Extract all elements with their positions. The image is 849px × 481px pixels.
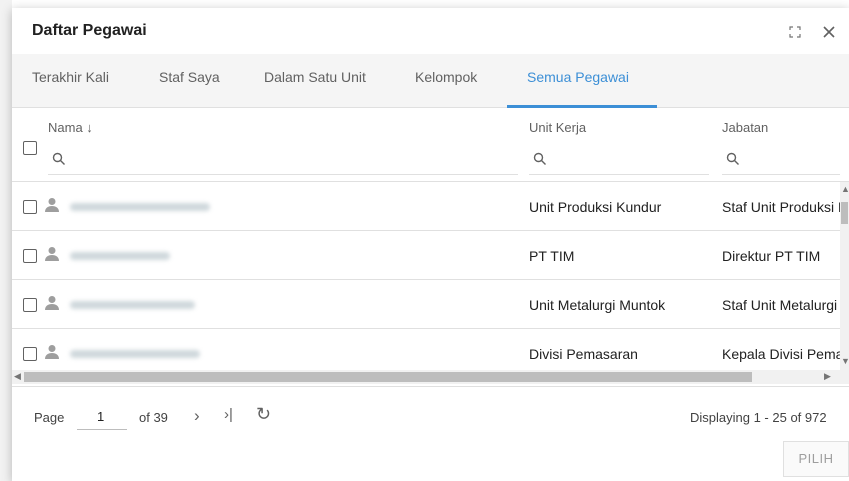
- employee-name-redacted: [70, 350, 200, 358]
- next-page-button[interactable]: ›: [194, 406, 200, 426]
- refresh-icon[interactable]: ↻: [256, 404, 271, 425]
- select-all-checkbox[interactable]: [23, 141, 37, 155]
- cell-jabatan: Direktur PT TIM: [722, 248, 821, 264]
- column-header-nama[interactable]: Nama ↓: [48, 120, 93, 135]
- row-checkbox[interactable]: [23, 249, 37, 263]
- column-header-jabatan[interactable]: Jabatan: [722, 120, 768, 135]
- table-row[interactable]: Unit Metalurgi Muntok Staf Unit Metalurg…: [12, 280, 840, 329]
- employee-name-redacted: [70, 252, 170, 260]
- dialog-title: Daftar Pegawai: [32, 22, 147, 39]
- cell-jabatan: Kepala Divisi Pemasaran: [722, 346, 840, 362]
- last-page-button[interactable]: ›|: [224, 406, 233, 423]
- search-icon[interactable]: [52, 152, 66, 166]
- background-edge: [0, 0, 12, 481]
- page-total-label: of 39: [139, 410, 168, 425]
- user-icon: [45, 295, 61, 311]
- row-checkbox[interactable]: [23, 200, 37, 214]
- pilih-button[interactable]: PILIH: [783, 441, 849, 477]
- row-checkbox[interactable]: [23, 347, 37, 361]
- cell-unit-kerja: Divisi Pemasaran: [529, 346, 638, 362]
- filter-nama-input[interactable]: [48, 174, 518, 175]
- row-checkbox[interactable]: [23, 298, 37, 312]
- vertical-scroll-thumb[interactable]: [841, 202, 848, 224]
- tab-bar: Terakhir Kali Staf Saya Dalam Satu Unit …: [12, 54, 849, 108]
- cell-unit-kerja: Unit Produksi Kundur: [529, 199, 662, 215]
- user-icon: [45, 344, 61, 360]
- horizontal-scroll-thumb[interactable]: [24, 372, 752, 382]
- cell-jabatan: Staf Unit Metalurgi Muntok: [722, 297, 840, 313]
- pagination-toolbar: Page of 39 › ›| ↻ Displaying 1 - 25 of 9…: [12, 386, 849, 436]
- cell-unit-kerja: Unit Metalurgi Muntok: [529, 297, 666, 313]
- search-icon[interactable]: [726, 152, 740, 166]
- tab-dalam-satu-unit[interactable]: Dalam Satu Unit: [264, 54, 366, 108]
- cell-unit-kerja: PT TIM: [529, 248, 575, 264]
- scroll-right-arrow-icon[interactable]: ▶: [824, 371, 831, 382]
- scroll-left-arrow-icon[interactable]: ◀: [14, 371, 21, 382]
- scroll-up-arrow-icon[interactable]: ▲: [841, 184, 849, 194]
- filter-unit-kerja-input[interactable]: [529, 174, 709, 175]
- tab-staf-saya[interactable]: Staf Saya: [159, 54, 220, 108]
- employee-name-redacted: [70, 301, 195, 309]
- column-header-unit-kerja[interactable]: Unit Kerja: [529, 120, 586, 135]
- tab-semua-pegawai[interactable]: Semua Pegawai: [527, 54, 629, 108]
- table-row[interactable]: Divisi Pemasaran Kepala Divisi Pemasaran: [12, 329, 840, 370]
- employee-name-redacted: [70, 203, 210, 211]
- table-row[interactable]: Unit Produksi Kundur Staf Unit Produksi …: [12, 182, 840, 231]
- grid-header: Nama ↓ Unit Kerja Jabatan: [12, 108, 849, 182]
- horizontal-scrollbar[interactable]: ◀ ▶: [12, 370, 849, 384]
- expand-icon[interactable]: [785, 22, 805, 42]
- close-icon[interactable]: [819, 22, 839, 42]
- tab-terakhir-kali[interactable]: Terakhir Kali: [32, 54, 109, 108]
- scroll-down-arrow-icon[interactable]: ▼: [841, 356, 849, 366]
- user-icon: [45, 246, 61, 262]
- page-number-input[interactable]: [77, 404, 127, 430]
- vertical-scrollbar[interactable]: ▲ ▼: [840, 182, 849, 370]
- table-row[interactable]: PT TIM Direktur PT TIM: [12, 231, 840, 280]
- displaying-status: Displaying 1 - 25 of 972: [690, 410, 827, 425]
- user-icon: [45, 197, 61, 213]
- tab-kelompok[interactable]: Kelompok: [415, 54, 477, 108]
- title-actions: [785, 22, 849, 42]
- cell-jabatan: Staf Unit Produksi Kundur: [722, 199, 840, 215]
- page-label: Page: [34, 410, 65, 425]
- employee-list-dialog: Daftar Pegawai Terakhir Kali Staf Saya D…: [12, 8, 849, 481]
- search-icon[interactable]: [533, 152, 547, 166]
- employee-grid: Unit Produksi Kundur Staf Unit Produksi …: [12, 182, 840, 370]
- filter-jabatan-input[interactable]: [722, 174, 840, 175]
- dialog-titlebar: Daftar Pegawai: [12, 8, 849, 54]
